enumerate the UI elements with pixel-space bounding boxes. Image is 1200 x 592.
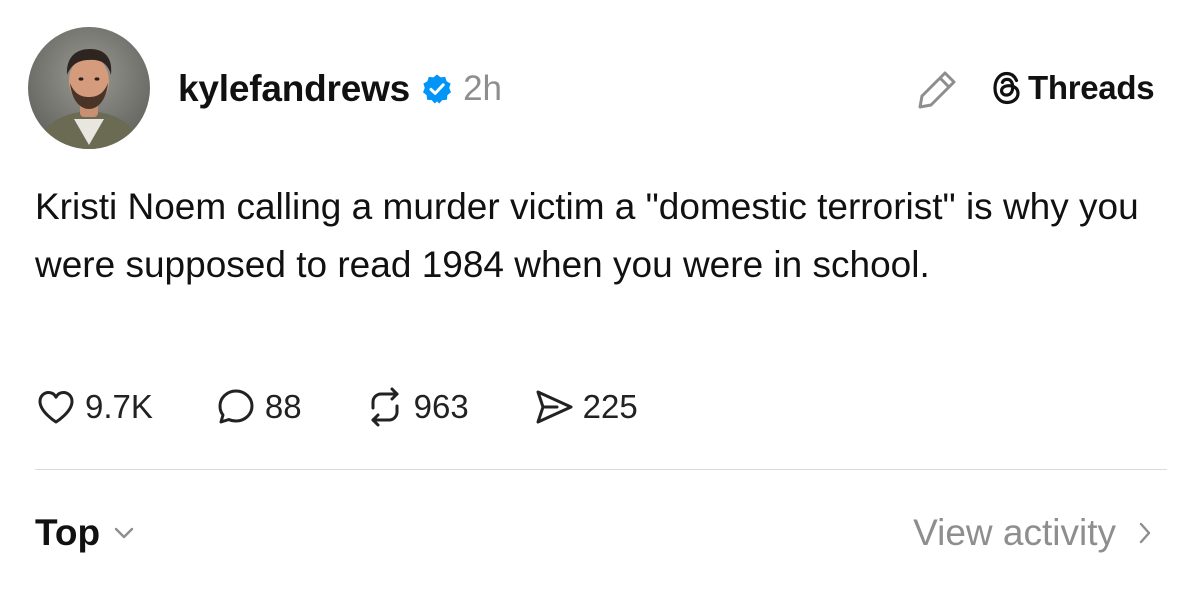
- threads-brand[interactable]: Threads: [990, 68, 1155, 108]
- share-button[interactable]: 225: [533, 386, 638, 428]
- divider: [35, 469, 1167, 470]
- username-link[interactable]: kylefandrews: [178, 68, 410, 110]
- reply-button[interactable]: 88: [215, 386, 302, 428]
- heart-icon: [38, 391, 74, 424]
- repost-icon: [371, 387, 399, 427]
- chevron-down-icon: [114, 527, 134, 539]
- post-header: kylefandrews 2h: [178, 66, 502, 112]
- avatar[interactable]: [28, 27, 150, 149]
- post-text: Kristi Noem calling a murder victim a "d…: [35, 186, 1139, 285]
- repost-count: 963: [413, 388, 469, 425]
- pencil-icon[interactable]: [915, 66, 961, 112]
- profile-photo: [28, 27, 150, 149]
- view-activity-link[interactable]: View activity: [913, 510, 1152, 556]
- like-button[interactable]: 9.7K: [35, 386, 153, 428]
- comment-bubble-icon: [218, 389, 254, 424]
- verified-badge-icon: [423, 74, 452, 104]
- threads-brand-label: Threads: [1028, 69, 1155, 106]
- share-count: 225: [582, 388, 638, 425]
- sort-label: Top: [35, 512, 101, 553]
- post-timestamp: 2h: [463, 69, 502, 108]
- sort-dropdown[interactable]: Top: [35, 510, 134, 556]
- repost-button[interactable]: 963: [364, 386, 469, 428]
- reply-count: 88: [264, 388, 302, 425]
- chevron-right-icon: [1139, 522, 1151, 544]
- send-icon: [536, 390, 573, 424]
- view-activity-label: View activity: [913, 512, 1116, 553]
- like-count: 9.7K: [85, 388, 153, 425]
- post-actions: 9.7K 88 963 225: [35, 384, 638, 430]
- threads-logo-icon: [993, 71, 1020, 105]
